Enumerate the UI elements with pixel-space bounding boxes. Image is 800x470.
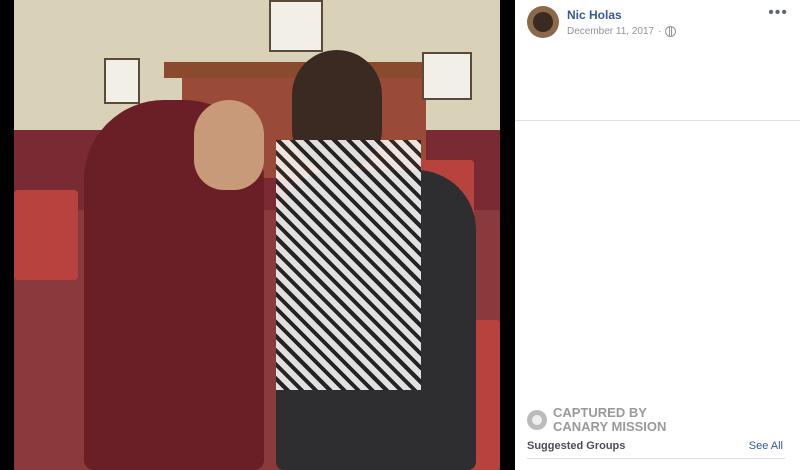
post-details-panel: Nic Holas December 11, 2017 · ••• CAPTUR… <box>515 0 800 470</box>
avatar-image <box>533 12 553 32</box>
meta-separator: · <box>658 26 662 37</box>
photo-person-woman-head <box>194 100 264 190</box>
divider <box>515 120 800 121</box>
suggested-groups-heading: Suggested Groups <box>527 440 626 452</box>
watermark-line2: CANARY MISSION <box>553 419 667 434</box>
see-all-link[interactable]: See All <box>749 440 783 452</box>
post-meta: December 11, 2017 · <box>567 26 677 37</box>
more-options-button[interactable]: ••• <box>768 4 788 22</box>
watermark: CAPTURED BY CANARY MISSION <box>527 406 666 434</box>
photo-viewer <box>0 0 515 470</box>
avatar[interactable] <box>527 6 559 38</box>
post-photo[interactable] <box>14 0 500 470</box>
globe-icon <box>665 26 677 37</box>
photo-frame-right <box>422 52 472 100</box>
divider-bottom <box>527 458 785 459</box>
photo-scarf <box>276 140 421 390</box>
author-name-link[interactable]: Nic Holas <box>567 8 622 22</box>
photo-chair-left <box>14 190 78 280</box>
post-date-link[interactable]: December 11, 2017 <box>567 26 654 37</box>
photo-frame-center <box>269 0 323 52</box>
watermark-text: CAPTURED BY CANARY MISSION <box>553 406 666 434</box>
canary-logo-icon <box>527 410 547 430</box>
photo-frame-left <box>104 58 140 104</box>
watermark-line1: CAPTURED BY <box>553 405 647 420</box>
